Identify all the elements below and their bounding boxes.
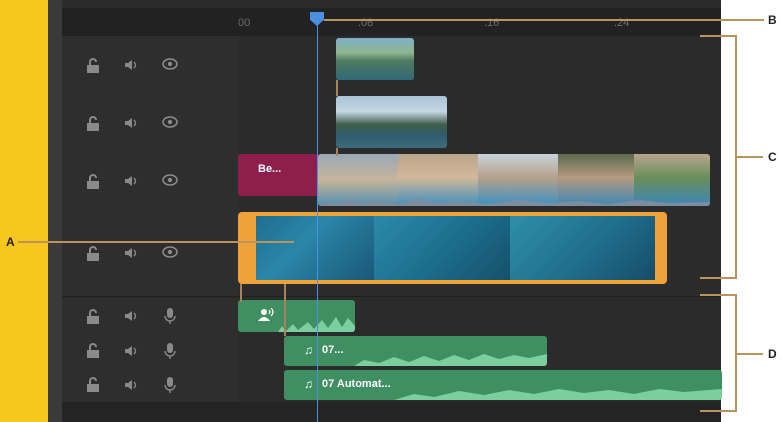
lock-icon[interactable] [86,309,100,328]
speaker-icon[interactable] [124,246,140,263]
lock-icon[interactable] [86,343,100,362]
audio-track-1 [62,298,721,335]
callout-c-line [735,156,763,158]
track-header [62,152,238,210]
callout-c: C [768,150,777,164]
track-header [62,334,238,368]
callout-b: B [768,13,777,27]
microphone-icon[interactable] [164,343,176,362]
lock-icon[interactable] [86,58,100,77]
panel-edge [48,0,62,422]
clip-waveform [354,354,547,366]
track-header [62,94,238,152]
clip-thumbnail [336,96,447,148]
callout-d-bracket-top [700,294,736,296]
eye-icon[interactable] [162,174,178,189]
callout-c-bracket-bottom [700,277,736,279]
clip-link-line [336,148,338,156]
clip-thumbnail [510,216,655,280]
callout-d-bracket-bottom [700,410,736,412]
title-clip-label: Be... [258,163,282,175]
narration-clip[interactable] [238,300,355,332]
speaker-icon[interactable] [124,344,140,361]
callout-d-line [735,353,763,355]
microphone-icon[interactable] [164,308,176,327]
video-clip-boat-2[interactable] [336,96,447,148]
callout-c-bracket-top [700,35,736,37]
speaker-icon[interactable] [124,58,140,75]
track-header [62,298,238,334]
ruler-tick-0: 00 [238,17,251,29]
lock-icon[interactable] [86,246,100,265]
clip-thumbnail [256,216,374,280]
lock-icon[interactable] [86,377,100,396]
speaker-icon[interactable] [124,378,140,395]
music-clip-1[interactable]: ♫ 07... [284,336,547,366]
music-clip-2[interactable]: ♫ 07 Automat... [284,370,722,400]
clip-link-line [284,284,286,336]
callout-b-line [324,19,764,21]
speaker-icon[interactable] [124,116,140,133]
speaker-icon[interactable] [124,174,140,191]
track-header [62,36,238,94]
track-header [62,210,238,296]
eye-icon[interactable] [162,246,178,261]
clip-waveform [238,317,355,332]
microphone-icon[interactable] [164,377,176,396]
sidebar-strip [0,0,48,422]
callout-d: D [768,347,777,361]
clip-thumbnail [336,38,414,80]
title-clip[interactable]: Be... [238,154,318,196]
clip-thumbnail [374,216,510,280]
eye-icon[interactable] [162,116,178,131]
playhead-line[interactable] [317,14,318,422]
clip-link-line [336,80,338,96]
speaker-icon[interactable] [124,309,140,326]
clip-waveform [318,199,710,206]
callout-a-line [18,241,294,243]
clip-waveform [394,389,722,400]
video-clip-aerial-selected[interactable] [238,212,667,284]
video-clip-boat-1[interactable] [336,38,414,80]
eye-icon[interactable] [162,58,178,73]
video-clip-people[interactable] [318,154,710,206]
lock-icon[interactable] [86,116,100,135]
clip-link-line [240,284,242,302]
timeline-scroll-area[interactable] [62,402,721,422]
track-header [62,368,238,402]
lock-icon[interactable] [86,174,100,193]
callout-a: A [6,235,15,249]
